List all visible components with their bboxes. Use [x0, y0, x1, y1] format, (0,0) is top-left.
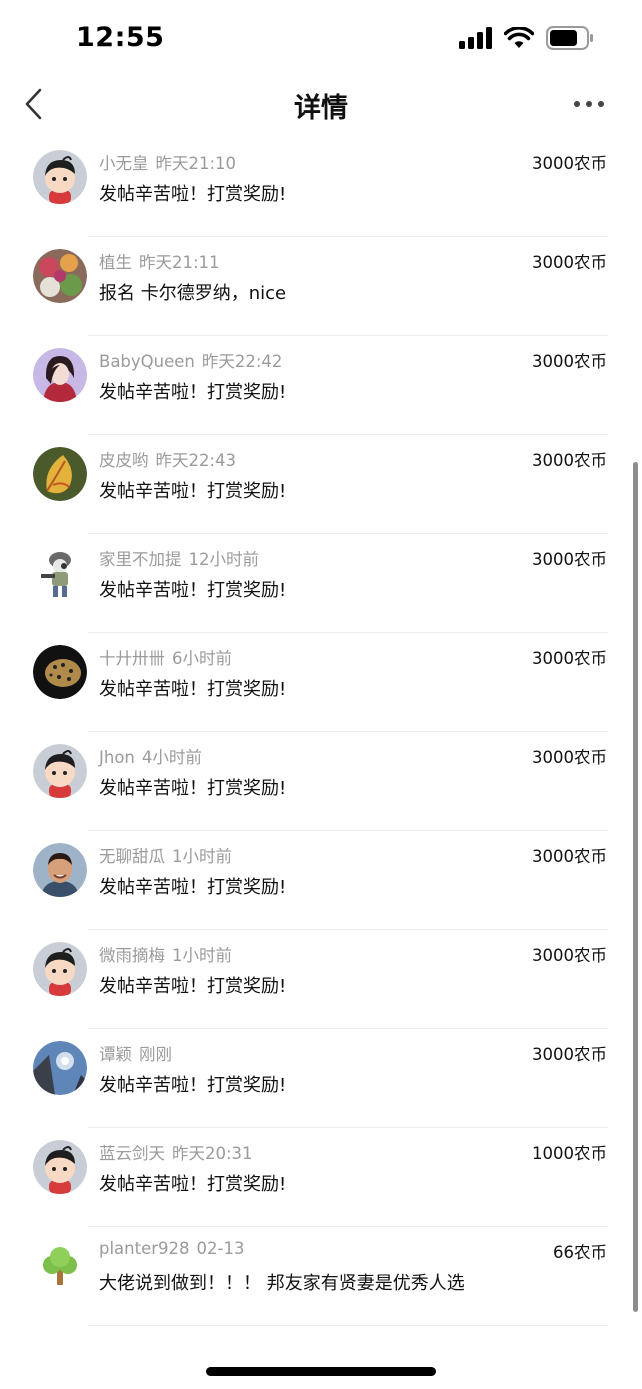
timestamp: 1小时前	[172, 847, 232, 866]
row-meta: 小无皇 昨天21:10	[99, 150, 236, 174]
reward-amount: 3000农币	[532, 550, 607, 569]
reward-message: 发帖辛苦啦！打赏奖励!	[99, 1075, 287, 1096]
reward-message: 发帖辛苦啦！打赏奖励!	[99, 580, 287, 601]
row-meta: 蓝云剑天 昨天20:31	[99, 1140, 253, 1164]
sky-photo-icon[interactable]	[33, 1041, 87, 1095]
timestamp: 昨天20:31	[172, 1144, 253, 1163]
reward-amount: 3000农币	[532, 451, 607, 470]
list-item[interactable]: 蓝云剑天 昨天20:31 发帖辛苦啦！打赏奖励! 1000农币	[0, 1128, 642, 1227]
list-item[interactable]: 植生 昨天21:11 报名 卡尔德罗纳，nice 3000农币	[0, 237, 642, 336]
timestamp: 昨天22:43	[155, 451, 237, 470]
reward-amount: 3000农币	[532, 748, 607, 767]
reward-message: 发帖辛苦啦！打赏奖励!	[99, 382, 287, 403]
list-item[interactable]: 家里不加提 12小时前 发帖辛苦啦！打赏奖励! 3000农币	[0, 534, 642, 633]
user-name[interactable]: planter928	[99, 1239, 190, 1258]
user-name[interactable]: 蓝云剑天	[99, 1144, 165, 1163]
cartoon-boy-icon[interactable]	[33, 1140, 87, 1194]
row-meta: 微雨摘梅 1小时前	[99, 942, 232, 966]
more-button[interactable]	[572, 94, 606, 114]
more-horizontal-icon	[574, 101, 604, 107]
user-name[interactable]: 小无皇	[99, 154, 149, 173]
reward-amount: 1000农币	[532, 1144, 607, 1163]
timestamp: 刚刚	[139, 1045, 172, 1064]
list-item[interactable]: Jhon 4小时前 发帖辛苦啦！打赏奖励! 3000农币	[0, 732, 642, 831]
timestamp: 6小时前	[172, 649, 232, 668]
row-meta: 皮皮哟 昨天22:43	[99, 447, 236, 471]
cartoon-boy-icon[interactable]	[33, 744, 87, 798]
list-item[interactable]: 小无皇 昨天21:10 发帖辛苦啦！打赏奖励! 3000农币	[0, 138, 642, 237]
list-item[interactable]: 无聊甜瓜 1小时前 发帖辛苦啦！打赏奖励! 3000农币	[0, 831, 642, 930]
reward-list: 小无皇 昨天21:10 发帖辛苦啦！打赏奖励! 3000农币 植生 昨天21:11 …	[0, 138, 642, 1326]
row-meta: BabyQueen 昨天22:42	[99, 348, 282, 372]
row-meta: 十廾卅卌 6小时前	[99, 645, 232, 669]
reward-amount: 3000农币	[532, 253, 607, 272]
user-name[interactable]: Jhon	[99, 748, 135, 767]
user-name[interactable]: 皮皮哟	[99, 451, 149, 470]
page-title: 详情	[294, 93, 348, 124]
divider	[88, 1325, 608, 1326]
user-name[interactable]: BabyQueen	[99, 352, 195, 371]
status-icons	[459, 26, 594, 50]
row-meta: 无聊甜瓜 1小时前	[99, 843, 232, 867]
row-meta: 植生 昨天21:11	[99, 249, 220, 273]
list-item[interactable]: 微雨摘梅 1小时前 发帖辛苦啦！打赏奖励! 3000农币	[0, 930, 642, 1029]
list-item[interactable]: 皮皮哟 昨天22:43 发帖辛苦啦！打赏奖励! 3000农币	[0, 435, 642, 534]
reward-message: 发帖辛苦啦！打赏奖励!	[99, 976, 287, 997]
timestamp: 12小时前	[188, 550, 260, 569]
list-item[interactable]: planter928 02-13 大佬说到做到！！！ 邦友家有贤妻是优秀人选 66…	[0, 1227, 642, 1326]
reward-amount: 3000农币	[532, 946, 607, 965]
row-meta: Jhon 4小时前	[99, 744, 202, 768]
reward-amount: 66农币	[553, 1243, 607, 1262]
reward-amount: 3000农币	[532, 1045, 607, 1064]
timestamp: 02-13	[196, 1239, 245, 1258]
user-name[interactable]: 植生	[99, 253, 132, 272]
woman-photo-icon[interactable]	[33, 348, 87, 402]
user-name[interactable]: 谭颖	[99, 1045, 132, 1064]
row-meta: 谭颖 刚刚	[99, 1041, 172, 1065]
cartoon-boy-icon[interactable]	[33, 150, 87, 204]
list-item[interactable]: 谭颖 刚刚 发帖辛苦啦！打赏奖励! 3000农币	[0, 1029, 642, 1128]
reward-message: 发帖辛苦啦！打赏奖励!	[99, 184, 287, 205]
timestamp: 4小时前	[141, 748, 202, 767]
cartoon-boy-icon[interactable]	[33, 942, 87, 996]
status-time: 12:55	[76, 22, 165, 53]
wifi-icon	[504, 27, 534, 48]
reward-message: 发帖辛苦啦！打赏奖励!	[99, 778, 287, 799]
row-meta: planter928 02-13	[99, 1239, 244, 1258]
timestamp: 昨天21:10	[155, 154, 237, 173]
tree-icon[interactable]	[33, 1239, 87, 1293]
timestamp: 1小时前	[172, 946, 232, 965]
status-bar: 12:55	[0, 0, 642, 72]
list-item[interactable]: BabyQueen 昨天22:42 发帖辛苦啦！打赏奖励! 3000农币	[0, 336, 642, 435]
timestamp: 昨天22:42	[201, 352, 283, 371]
reward-amount: 3000农币	[532, 154, 607, 173]
reward-message: 发帖辛苦啦！打赏奖励!	[99, 1174, 287, 1195]
signal-icon	[459, 27, 492, 49]
reward-message: 发帖辛苦啦！打赏奖励!	[99, 679, 287, 700]
reward-message: 报名 卡尔德罗纳，nice	[99, 283, 287, 304]
row-meta: 家里不加提 12小时前	[99, 546, 259, 570]
leopard-photo-icon[interactable]	[33, 645, 87, 699]
reward-amount: 3000农币	[532, 352, 607, 371]
home-indicator[interactable]	[206, 1367, 436, 1376]
man-photo-icon[interactable]	[33, 843, 87, 897]
timestamp: 昨天21:11	[139, 253, 220, 272]
user-name[interactable]: 无聊甜瓜	[99, 847, 165, 866]
soldier-icon[interactable]	[33, 546, 87, 600]
food-photo-icon[interactable]	[33, 249, 87, 303]
user-name[interactable]: 微雨摘梅	[99, 946, 165, 965]
user-name[interactable]: 十廾卅卌	[99, 649, 165, 668]
list-item[interactable]: 十廾卅卌 6小时前 发帖辛苦啦！打赏奖励! 3000农币	[0, 633, 642, 732]
nav-bar: 详情	[0, 72, 642, 138]
reward-amount: 3000农币	[532, 847, 607, 866]
reward-message: 发帖辛苦啦！打赏奖励!	[99, 481, 287, 502]
reward-amount: 3000农币	[532, 649, 607, 668]
scrollbar[interactable]	[633, 462, 638, 1312]
user-name[interactable]: 家里不加提	[99, 550, 182, 569]
battery-icon	[546, 26, 593, 50]
reward-message: 发帖辛苦啦！打赏奖励!	[99, 877, 287, 898]
reward-message: 大佬说到做到！！！ 邦友家有贤妻是优秀人选	[99, 1273, 465, 1294]
leaf-photo-icon[interactable]	[33, 447, 87, 501]
